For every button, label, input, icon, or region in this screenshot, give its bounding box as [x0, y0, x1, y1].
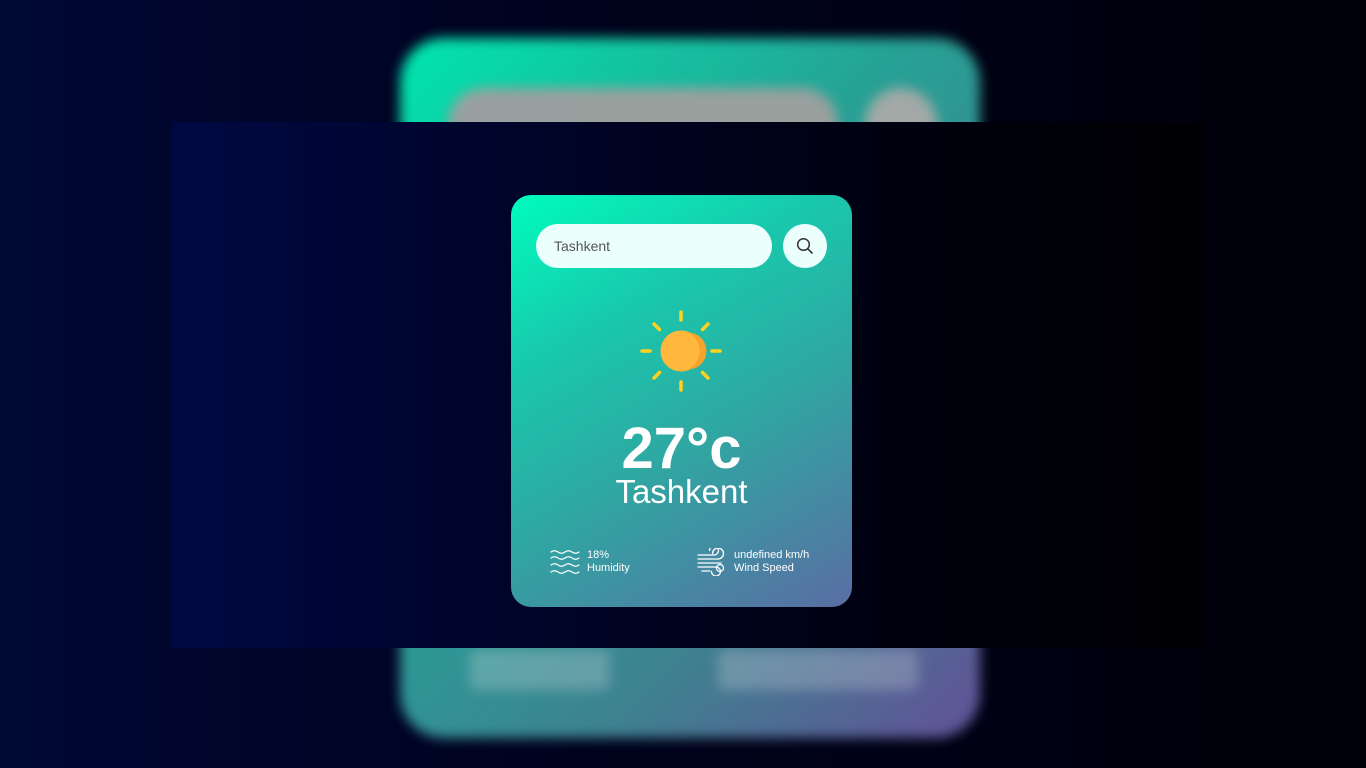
- wind-detail: undefined km/h Wind Speed: [696, 548, 809, 576]
- wind-speed-value: undefined km/h: [734, 549, 810, 561]
- humidity-value: 18%: [587, 549, 610, 561]
- wind-speed-label: Wind Speed: [734, 562, 794, 574]
- temperature-display: 27°c: [621, 416, 742, 481]
- wind-text: undefined km/h Wind Speed: [734, 549, 809, 575]
- city-name: Tashkent: [615, 473, 748, 510]
- humidity-waves-icon: [550, 550, 580, 574]
- blurred-wind-shape: [718, 650, 918, 690]
- wind-icon: [697, 548, 725, 576]
- search-icon: [796, 237, 813, 254]
- humidity-detail: 18% Humidity: [549, 548, 630, 576]
- sun-icon: [640, 310, 722, 392]
- search-button[interactable]: [783, 224, 827, 268]
- city-search-input[interactable]: [536, 224, 772, 268]
- blurred-humidity-shape: [470, 650, 610, 690]
- humidity-label: Humidity: [587, 562, 630, 574]
- humidity-text: 18% Humidity: [587, 549, 630, 575]
- weather-card: 27°c Tashkent 18% Humidity: [511, 195, 852, 607]
- search-bar: [536, 224, 827, 268]
